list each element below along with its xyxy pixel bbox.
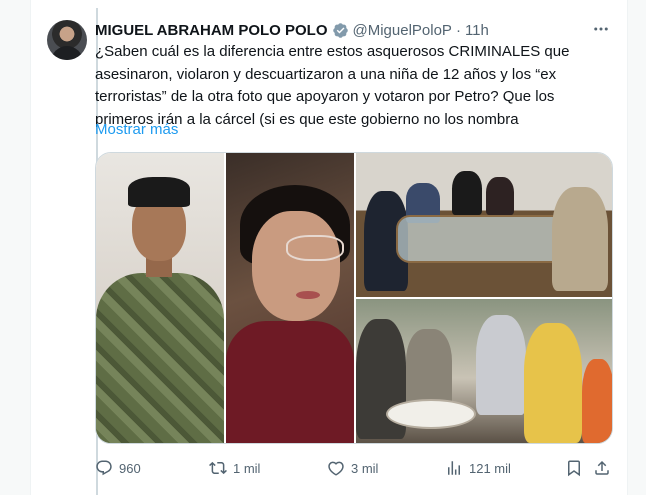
like-count: 3 mil [351,460,379,476]
views-button[interactable]: 121 mil [445,458,511,478]
avatar[interactable] [47,20,87,60]
views-count: 121 mil [469,460,511,476]
more-icon[interactable] [591,19,611,39]
repost-icon [209,461,227,475]
author-handle[interactable]: @MiguelPoloP [353,22,452,39]
like-icon [328,461,344,476]
photo-group-outdoor[interactable] [356,299,612,443]
photo-woman-glasses[interactable] [226,153,354,443]
like-button[interactable]: 3 mil [327,458,378,478]
bookmark-icon [568,460,580,477]
author-name[interactable]: MIGUEL ABRAHAM POLO POLO [95,22,328,39]
reply-count: 960 [119,460,141,476]
repost-button[interactable]: 1 mil [209,458,260,478]
tweet-text-line: terroristas” de la otra foto que apoyaro… [95,88,555,105]
photo-young-man-camouflage[interactable] [96,153,224,443]
action-bar: 960 1 mil 3 mil 121 mil [95,458,613,478]
tweet-text: ¿Saben cuál es la diferencia entre estos… [95,41,615,131]
share-icon [595,460,609,475]
tweet-header: MIGUEL ABRAHAM POLO POLO @MiguelPoloP · … [95,20,489,40]
separator-dot: · [455,21,461,39]
bookmark-button[interactable] [565,458,589,478]
share-button[interactable] [593,458,617,478]
photo-meeting-table[interactable] [356,153,612,297]
show-more-link[interactable]: Mostrar más [95,121,178,138]
repost-count: 1 mil [233,460,261,476]
reply-icon [96,460,112,476]
reply-button[interactable]: 960 [95,458,141,478]
timestamp[interactable]: 11h [465,22,489,39]
tweet-text-line: asesinaron, violaron y descuartizaron a … [95,65,557,83]
media-grid [95,152,613,444]
tweet-text-line: ¿Saben cuál es la diferencia entre estos… [95,43,570,60]
verified-badge-icon [332,22,348,38]
tweet-card[interactable]: MIGUEL ABRAHAM POLO POLO @MiguelPoloP · … [30,0,628,495]
views-icon [448,461,460,475]
